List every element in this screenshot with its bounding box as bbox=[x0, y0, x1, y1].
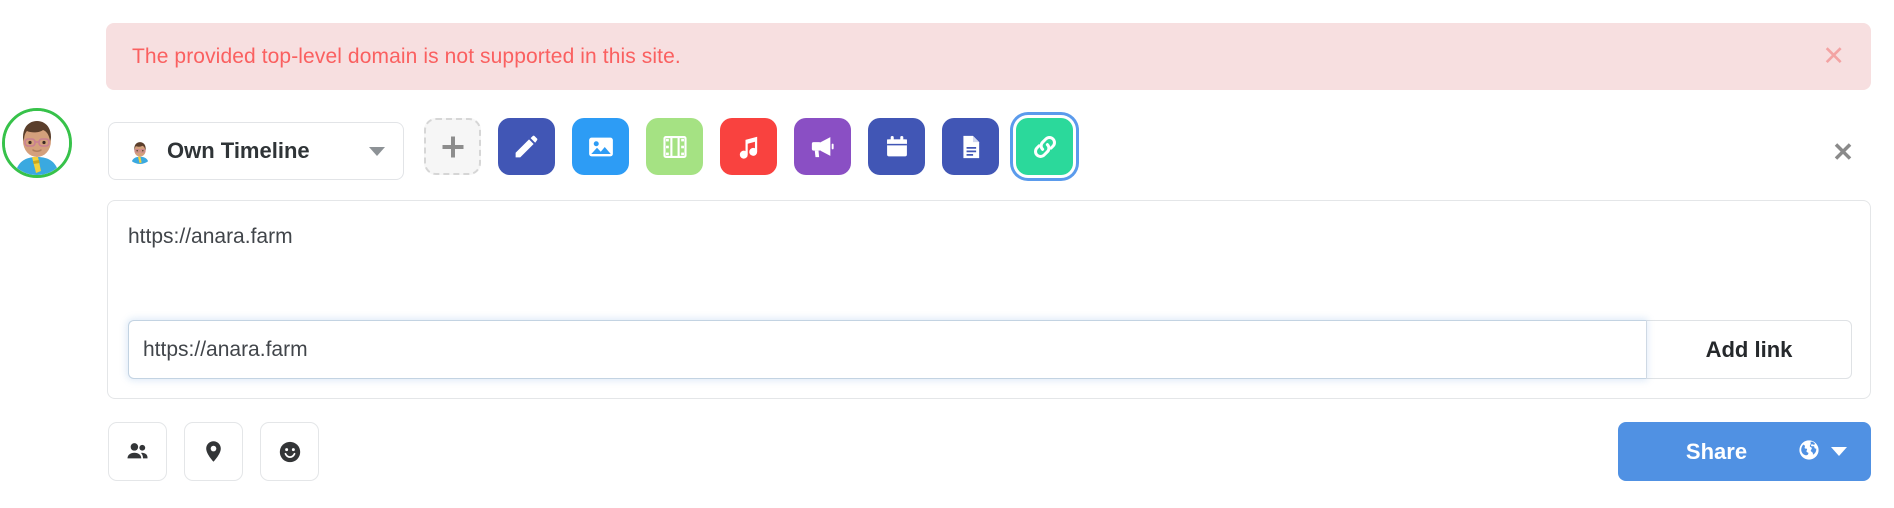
composer-panel: https://anara.farm Add link bbox=[107, 200, 1871, 399]
chevron-down-icon bbox=[369, 146, 385, 156]
composer-actions bbox=[108, 422, 319, 481]
plus-icon bbox=[442, 136, 463, 157]
globe-icon bbox=[1797, 438, 1821, 465]
post-text-button[interactable] bbox=[498, 118, 555, 175]
post-event-button[interactable] bbox=[868, 118, 925, 175]
pencil-icon bbox=[515, 135, 538, 158]
post-type-toolbar bbox=[424, 118, 1073, 175]
composer-text-area[interactable]: https://anara.farm bbox=[128, 223, 1828, 250]
post-announcement-button[interactable] bbox=[794, 118, 851, 175]
post-composer-screen: The provided top-level domain is not sup… bbox=[0, 0, 1894, 508]
chevron-down-icon bbox=[1831, 447, 1847, 456]
map-pin-icon bbox=[206, 441, 221, 462]
film-icon bbox=[662, 135, 687, 158]
post-audio-button[interactable] bbox=[720, 118, 777, 175]
link-icon bbox=[1033, 135, 1056, 158]
error-alert-close-icon[interactable]: ✕ bbox=[1812, 43, 1845, 70]
post-video-button[interactable] bbox=[646, 118, 703, 175]
tag-people-button[interactable] bbox=[108, 422, 167, 481]
add-location-button[interactable] bbox=[184, 422, 243, 481]
smiley-icon bbox=[279, 441, 300, 462]
timeline-selector-label: Own Timeline bbox=[167, 138, 310, 163]
share-button-label: Share bbox=[1685, 438, 1748, 464]
users-icon bbox=[127, 443, 148, 459]
user-avatar[interactable] bbox=[2, 108, 72, 178]
share-button[interactable]: Share bbox=[1618, 422, 1871, 481]
add-attachment-button[interactable] bbox=[424, 118, 481, 175]
add-feeling-button[interactable] bbox=[260, 422, 319, 481]
image-icon bbox=[588, 137, 613, 156]
timeline-selector[interactable]: Own Timeline bbox=[108, 122, 404, 180]
link-input-row: Add link bbox=[128, 320, 1852, 379]
post-document-button[interactable] bbox=[942, 118, 999, 175]
megaphone-icon bbox=[811, 137, 834, 158]
avatar-illustration bbox=[5, 111, 69, 175]
post-photo-button[interactable] bbox=[572, 118, 629, 175]
post-link-button[interactable] bbox=[1016, 118, 1073, 175]
calendar-icon bbox=[886, 135, 907, 156]
error-alert: The provided top-level domain is not sup… bbox=[106, 23, 1871, 90]
error-alert-message: The provided top-level domain is not sup… bbox=[132, 45, 681, 68]
link-url-input[interactable] bbox=[128, 320, 1646, 379]
music-icon bbox=[739, 136, 757, 159]
add-link-button[interactable]: Add link bbox=[1646, 320, 1852, 379]
document-icon bbox=[962, 135, 979, 158]
timeline-avatar-icon bbox=[127, 138, 153, 164]
composer-close-icon[interactable]: ✕ bbox=[1827, 136, 1859, 168]
